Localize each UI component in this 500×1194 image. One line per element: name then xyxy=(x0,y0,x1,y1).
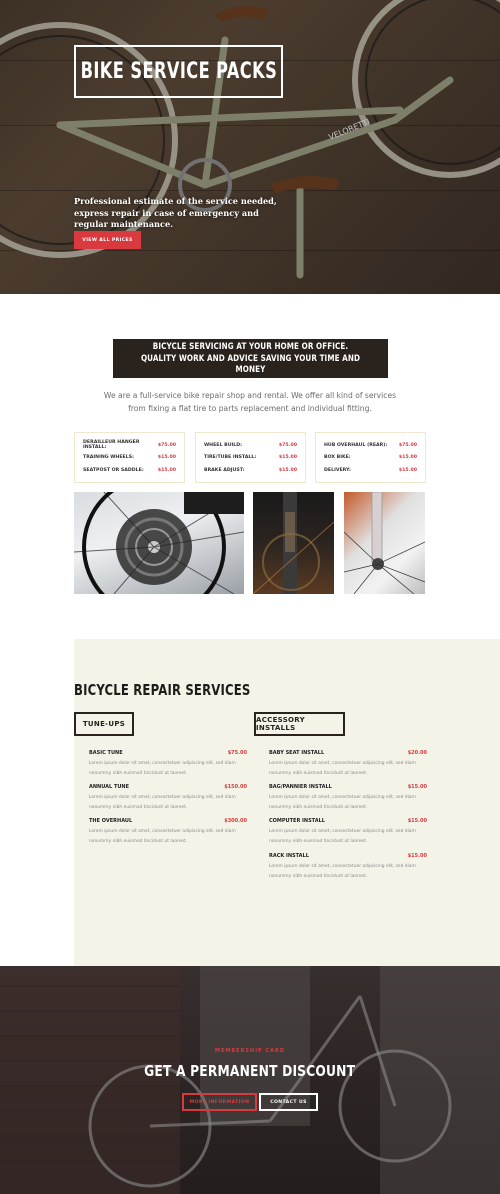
services-title: BICYCLE REPAIR SERVICES xyxy=(74,681,251,699)
more-information-button[interactable]: MORE INFORMATION xyxy=(182,1093,257,1111)
service-name: BABY SEAT INSTALL xyxy=(269,750,325,756)
cta-title-text: GET A PERMANENT DISCOUNT xyxy=(144,1062,356,1080)
cta-title: GET A PERMANENT DISCOUNT xyxy=(0,1062,500,1080)
price-row: BOX BIKE: $15.00 xyxy=(324,452,417,465)
service-description: Lorem ipsum dolor sit amet, consectetuer… xyxy=(269,795,416,810)
price-label: HUB OVERHAUL (REAR): xyxy=(324,442,388,448)
price-row: HUB OVERHAUL (REAR): $75.00 xyxy=(324,439,417,452)
price-row: DELIVERY: $15.00 xyxy=(324,464,417,477)
price-value: $15.00 xyxy=(398,467,417,473)
price-label: DELIVERY: xyxy=(324,467,351,473)
service-description: Lorem ipsum dolor sit amet, consectetuer… xyxy=(269,864,416,879)
fork-illustration xyxy=(253,492,334,594)
service-price: $15.00 xyxy=(407,784,427,790)
service-item: BABY SEAT INSTALL $20.00 Lorem ipsum dolo… xyxy=(269,750,427,778)
service-description: Lorem ipsum dolor sit amet, consectetuer… xyxy=(269,761,416,776)
service-price: $20.00 xyxy=(407,750,427,756)
service-price: $300.00 xyxy=(224,818,247,824)
price-label: SEATPOST OR SADDLE: xyxy=(83,467,144,473)
price-label: BRAKE ADJUST: xyxy=(204,467,245,473)
price-value: $15.00 xyxy=(278,455,297,461)
cta-section xyxy=(0,966,500,1194)
service-name: ANNUAL TUNE xyxy=(89,784,130,790)
intro-text: We are a full-service bike repair shop a… xyxy=(103,391,397,413)
price-row: DERAILLEUR HANGER INSTALL: $75.00 xyxy=(83,439,176,452)
price-card: WHEEL BUILD: $75.00 TIRE/TUBE INSTALL: $15… xyxy=(195,432,306,483)
price-value: $15.00 xyxy=(157,467,176,473)
price-label: BOX BIKE: xyxy=(324,455,351,461)
price-card: HUB OVERHAUL (REAR): $75.00 BOX BIKE: $15.… xyxy=(315,432,426,483)
service-price: $75.00 xyxy=(227,750,247,756)
service-name: BASIC TUNE xyxy=(89,750,123,756)
service-item: BAG/PANNIER INSTALL $15.00 Lorem ipsum do… xyxy=(269,784,427,812)
service-item: BASIC TUNE $75.00 Lorem ipsum dolor sit a… xyxy=(89,750,247,778)
service-name: RACK INSTALL xyxy=(269,853,309,859)
cassette-gear-illustration xyxy=(74,492,244,594)
price-value: $15.00 xyxy=(278,467,297,473)
service-name: THE OVERHAUL xyxy=(89,818,133,824)
service-item: ANNUAL TUNE $150.00 Lorem ipsum dolor sit… xyxy=(89,784,247,812)
price-row: SEATPOST OR SADDLE: $15.00 xyxy=(83,464,176,477)
hero-description: Professional estimate of the service nee… xyxy=(74,196,277,229)
intro-banner: BICYCLE SERVICING AT YOUR HOME OR OFFICE… xyxy=(113,339,388,378)
service-item: RACK INSTALL $15.00 Lorem ipsum dolor sit… xyxy=(269,853,427,881)
service-price: $15.00 xyxy=(407,853,427,859)
hero-title-box: BIKE SERVICE PACKS xyxy=(74,45,283,98)
service-item: THE OVERHAUL $300.00 Lorem ipsum dolor si… xyxy=(89,818,247,846)
tab-accessory-installs[interactable]: ACCESSORY INSTALLS xyxy=(254,712,345,736)
price-label: WHEEL BUILD: xyxy=(204,442,242,448)
cta-overlay xyxy=(0,966,500,1194)
price-value: $75.00 xyxy=(157,442,176,448)
wheel-hub-illustration xyxy=(344,492,425,594)
price-value: $15.00 xyxy=(157,455,176,461)
price-row: TIRE/TUBE INSTALL: $15.00 xyxy=(204,452,297,465)
service-description: Lorem ipsum dolor sit amet, consectetuer… xyxy=(89,829,236,844)
price-row: WHEEL BUILD: $75.00 xyxy=(204,439,297,452)
price-value: $75.00 xyxy=(278,442,297,448)
view-all-prices-button[interactable]: VIEW ALL PRICES xyxy=(74,231,141,249)
hero-section: VELORETTI BIKE SERVICE PACKS Professiona… xyxy=(0,0,500,294)
service-name: COMPUTER INSTALL xyxy=(269,818,325,824)
hero-title: BIKE SERVICE PACKS xyxy=(80,59,277,84)
service-item: COMPUTER INSTALL $15.00 Lorem ipsum dolor… xyxy=(269,818,427,846)
price-value: $15.00 xyxy=(398,455,417,461)
price-card: DERAILLEUR HANGER INSTALL: $75.00 TRAININ… xyxy=(74,432,185,483)
price-label: DERAILLEUR HANGER INSTALL: xyxy=(83,440,140,451)
wheel-hub-photo xyxy=(344,492,425,594)
cassette-photo xyxy=(74,492,244,594)
service-price: $15.00 xyxy=(407,818,427,824)
service-price: $150.00 xyxy=(224,784,247,790)
cta-eyebrow: MEMBERSHIP CARD xyxy=(214,1048,286,1054)
fork-photo xyxy=(253,492,334,594)
service-name: BAG/PANNIER INSTALL xyxy=(269,784,332,790)
tab-tune-ups[interactable]: TUNE-UPS xyxy=(74,712,134,736)
price-row: BRAKE ADJUST: $15.00 xyxy=(204,464,297,477)
price-row: TRAINING WHEELS: $15.00 xyxy=(83,452,176,465)
contact-us-button[interactable]: CONTACT US xyxy=(259,1093,318,1111)
service-description: Lorem ipsum dolor sit amet, consectetuer… xyxy=(89,761,236,776)
intro-banner-text: BICYCLE SERVICING AT YOUR HOME OR OFFICE… xyxy=(140,341,361,375)
price-label: TIRE/TUBE INSTALL: xyxy=(204,455,257,461)
service-description: Lorem ipsum dolor sit amet, consectetuer… xyxy=(89,795,236,810)
service-description: Lorem ipsum dolor sit amet, consectetuer… xyxy=(269,829,416,844)
price-value: $75.00 xyxy=(398,442,417,448)
price-label: TRAINING WHEELS: xyxy=(83,455,134,461)
